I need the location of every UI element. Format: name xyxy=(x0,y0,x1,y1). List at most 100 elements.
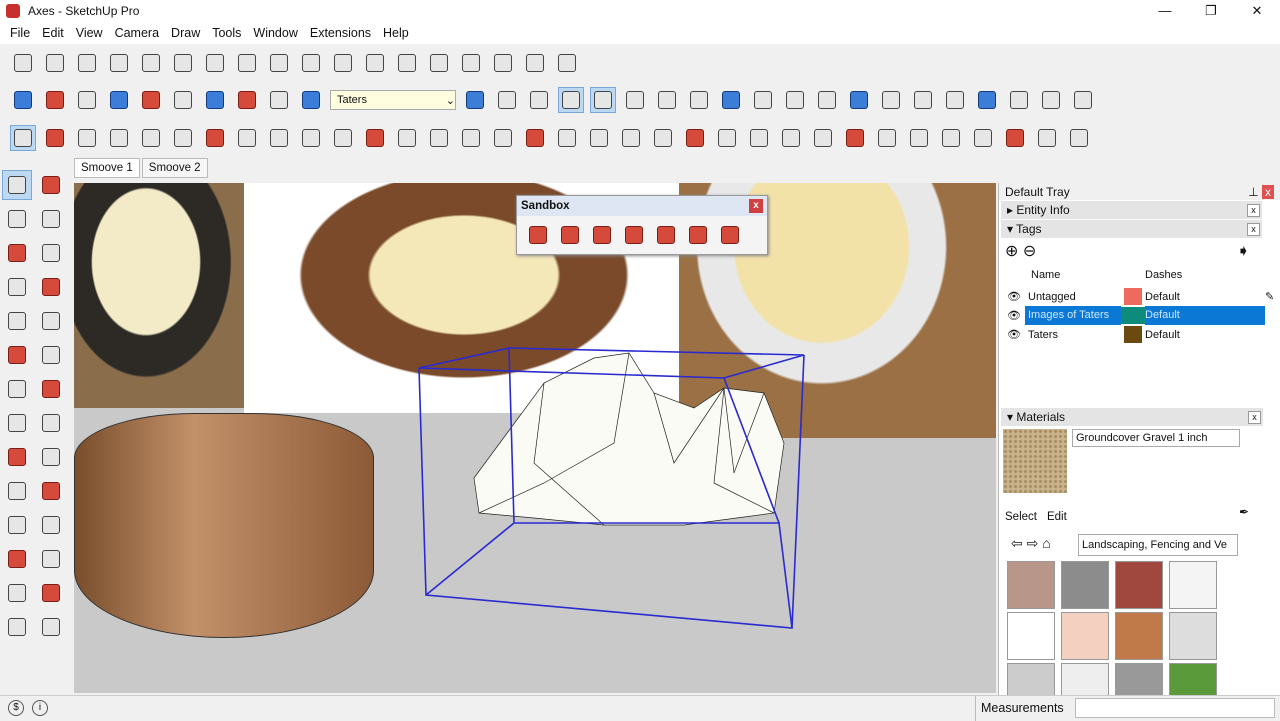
tool-button[interactable] xyxy=(2,442,32,472)
tool-button[interactable] xyxy=(36,204,66,234)
tool-button[interactable] xyxy=(266,125,292,151)
tool-button[interactable] xyxy=(394,50,420,76)
close-button[interactable]: ✕ xyxy=(1234,0,1280,22)
tool-button[interactable] xyxy=(362,125,388,151)
pencil-icon[interactable]: ✎ xyxy=(1265,290,1274,303)
tool-button[interactable] xyxy=(10,50,36,76)
tags-close[interactable]: x xyxy=(1247,222,1260,236)
tool-button[interactable] xyxy=(2,374,32,404)
tool-button[interactable] xyxy=(586,125,612,151)
terrain-mesh[interactable] xyxy=(74,183,996,693)
material-swatch[interactable] xyxy=(1115,561,1163,609)
tool-button[interactable] xyxy=(36,510,66,540)
tag-row[interactable]: 👁 Images of Taters Default xyxy=(1003,306,1280,325)
eye-icon[interactable]: 👁 xyxy=(1003,309,1025,322)
tool-button[interactable] xyxy=(522,125,548,151)
tool-button[interactable] xyxy=(878,87,904,113)
tool-button[interactable] xyxy=(522,50,548,76)
tool-button[interactable] xyxy=(106,125,132,151)
tool-button[interactable] xyxy=(2,476,32,506)
tool-button[interactable] xyxy=(36,340,66,370)
tool-button[interactable] xyxy=(942,87,968,113)
tool-button[interactable] xyxy=(554,125,580,151)
tool-button[interactable] xyxy=(36,544,66,574)
tool-button[interactable] xyxy=(814,87,840,113)
tag-dashes[interactable]: Default xyxy=(1145,291,1265,303)
tool-button[interactable] xyxy=(36,306,66,336)
tool-button[interactable] xyxy=(138,87,164,113)
tag-row[interactable]: 👁 Taters Default xyxy=(1003,325,1280,344)
tool-button[interactable] xyxy=(36,442,66,472)
tag-color-swatch[interactable] xyxy=(1124,326,1142,343)
tool-button[interactable] xyxy=(842,125,868,151)
tool-button[interactable] xyxy=(810,125,836,151)
tool-button[interactable] xyxy=(2,544,32,574)
tool-button[interactable] xyxy=(10,87,36,113)
tool-button[interactable] xyxy=(170,50,196,76)
back-icon[interactable]: ⇦ ⇨ ⌂ xyxy=(1011,535,1051,552)
material-swatch[interactable] xyxy=(1061,612,1109,660)
tool-button[interactable] xyxy=(234,50,260,76)
tool-button[interactable] xyxy=(2,578,32,608)
tag-color-swatch[interactable] xyxy=(1121,307,1145,324)
tool-button[interactable] xyxy=(554,50,580,76)
measurements-input[interactable] xyxy=(1075,698,1275,718)
info-icon[interactable]: i xyxy=(32,700,48,716)
tray-pin-button[interactable]: ⊥ xyxy=(1248,185,1258,199)
menu-help[interactable]: Help xyxy=(377,26,415,40)
menu-view[interactable]: View xyxy=(70,26,109,40)
tool-button[interactable] xyxy=(2,612,32,642)
tab-select[interactable]: Select xyxy=(1005,511,1037,523)
tool-button[interactable] xyxy=(2,204,32,234)
tool-button[interactable] xyxy=(974,87,1000,113)
tag-color-swatch[interactable] xyxy=(1124,288,1142,305)
material-swatch[interactable] xyxy=(1007,561,1055,609)
add-tag-icon[interactable]: ⊕ xyxy=(1005,243,1018,260)
collection-select[interactable]: Landscaping, Fencing and Ve xyxy=(1078,534,1238,556)
tool-button[interactable] xyxy=(2,306,32,336)
tool-button[interactable] xyxy=(525,222,551,248)
material-swatch[interactable] xyxy=(1169,561,1217,609)
tool-button[interactable] xyxy=(2,272,32,302)
tool-button[interactable] xyxy=(298,125,324,151)
menu-window[interactable]: Window xyxy=(247,26,303,40)
tool-button[interactable] xyxy=(42,125,68,151)
tool-button[interactable] xyxy=(138,125,164,151)
tool-button[interactable] xyxy=(106,50,132,76)
material-swatch[interactable] xyxy=(1115,612,1163,660)
tool-button[interactable] xyxy=(74,87,100,113)
tool-button[interactable] xyxy=(682,125,708,151)
tool-button[interactable] xyxy=(494,87,520,113)
tool-button[interactable] xyxy=(557,222,583,248)
restore-button[interactable]: ❐ xyxy=(1188,0,1234,22)
material-swatch[interactable] xyxy=(1007,612,1055,660)
material-swatch[interactable] xyxy=(1169,612,1217,660)
tool-button[interactable] xyxy=(36,476,66,506)
tool-button[interactable] xyxy=(490,50,516,76)
tool-button[interactable] xyxy=(202,50,228,76)
tool-button[interactable] xyxy=(234,125,260,151)
tool-button[interactable] xyxy=(36,272,66,302)
tool-button[interactable] xyxy=(685,222,711,248)
eyedropper-icon[interactable]: ✒ xyxy=(1239,505,1249,519)
tool-button[interactable] xyxy=(970,125,996,151)
tool-button[interactable] xyxy=(938,125,964,151)
tool-button[interactable] xyxy=(36,238,66,268)
menu-tools[interactable]: Tools xyxy=(206,26,247,40)
tool-button[interactable] xyxy=(330,125,356,151)
tool-button[interactable] xyxy=(1006,87,1032,113)
tool-button[interactable] xyxy=(589,222,615,248)
menu-edit[interactable]: Edit xyxy=(36,26,70,40)
tool-button[interactable] xyxy=(170,125,196,151)
tool-button[interactable] xyxy=(426,125,452,151)
tool-button[interactable] xyxy=(170,87,196,113)
tool-button[interactable] xyxy=(202,125,228,151)
tool-button[interactable] xyxy=(394,125,420,151)
menu-camera[interactable]: Camera xyxy=(109,26,165,40)
tool-button[interactable] xyxy=(1066,125,1092,151)
tool-button[interactable] xyxy=(910,87,936,113)
tool-button[interactable] xyxy=(746,125,772,151)
tool-button[interactable] xyxy=(2,408,32,438)
tool-button[interactable] xyxy=(2,510,32,540)
geolocation-icon[interactable]: $ xyxy=(8,700,24,716)
